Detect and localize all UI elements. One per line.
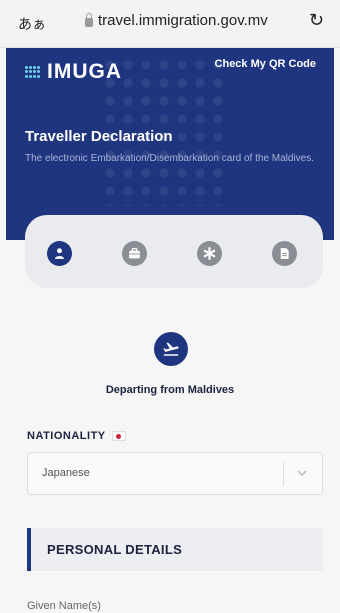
url-field[interactable]: travel.immigration.gov.mv: [85, 12, 268, 29]
japan-flag-icon: [111, 431, 126, 441]
asterisk-icon: [203, 247, 216, 260]
page-subtitle: The electronic Embarkation/Disembarkatio…: [25, 153, 315, 164]
document-icon: [280, 248, 289, 259]
browser-address-bar: あぁ travel.immigration.gov.mv ↻: [0, 0, 340, 48]
departure-badge: [154, 332, 188, 366]
given-names-label: Given Name(s): [27, 600, 101, 612]
step-documents[interactable]: [272, 241, 297, 266]
lock-icon: [85, 12, 93, 27]
imuga-logo[interactable]: IMUGA: [25, 60, 122, 84]
check-qr-code-link[interactable]: Check My QR Code: [215, 58, 316, 70]
step-personal[interactable]: [47, 241, 72, 266]
personal-details-header: PERSONAL DETAILS: [27, 528, 323, 571]
briefcase-icon: [129, 247, 140, 259]
departing-label: Departing from Maldives: [105, 384, 235, 396]
url-text: travel.immigration.gov.mv: [98, 12, 268, 29]
header-banner: IMUGA Check My QR Code Traveller Declara…: [6, 48, 334, 240]
logo-text: IMUGA: [47, 60, 122, 83]
page-title: Traveller Declaration: [25, 128, 173, 145]
person-icon: [54, 248, 65, 259]
plane-icon: [163, 342, 179, 356]
text-size-button[interactable]: あぁ: [18, 14, 46, 34]
nationality-select[interactable]: Japanese: [27, 452, 323, 495]
nationality-selected-value: Japanese: [42, 467, 90, 479]
chevron-down-icon[interactable]: [296, 467, 308, 479]
logo-dots-icon: [25, 66, 41, 78]
step-progress-card: [25, 215, 323, 288]
step-travel[interactable]: [122, 241, 147, 266]
reload-icon[interactable]: ↻: [309, 10, 324, 31]
section-title: PERSONAL DETAILS: [47, 542, 183, 557]
select-divider: [283, 462, 284, 486]
nationality-label-text: NATIONALITY: [27, 430, 106, 442]
nationality-label: NATIONALITY: [27, 430, 126, 442]
step-health[interactable]: [197, 241, 222, 266]
